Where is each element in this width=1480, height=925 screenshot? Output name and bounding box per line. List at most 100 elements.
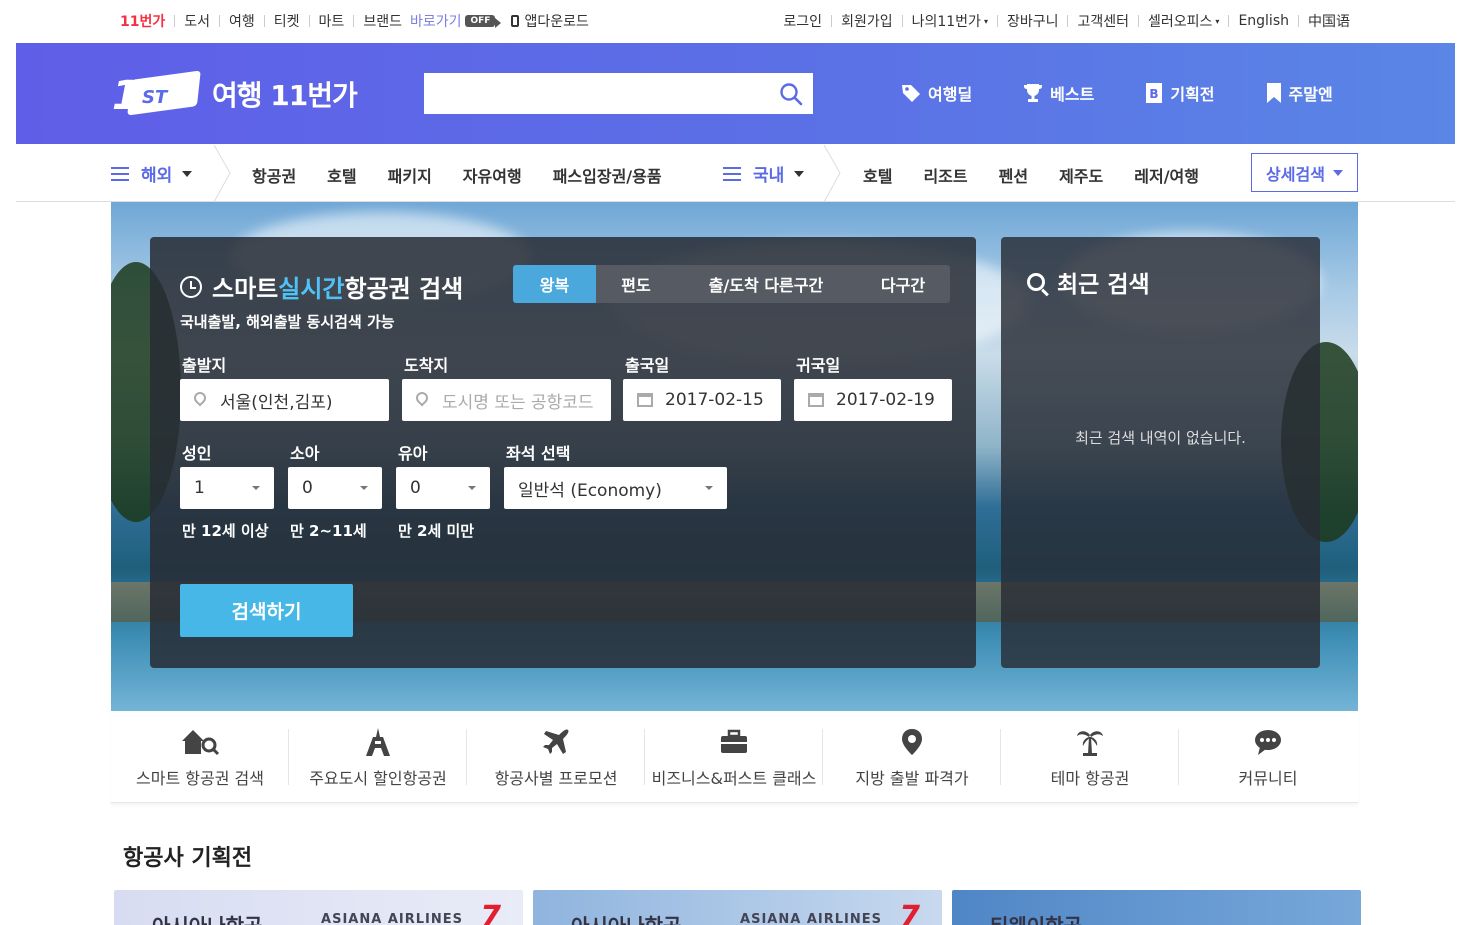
domestic-items: 호텔 리조트 펜션 제주도 레저/여행	[863, 163, 1230, 187]
link-app-download[interactable]: 앱다운로드	[524, 11, 588, 31]
promo-banner[interactable]: 아시아나항공 ASIANA AIRLINES 7	[114, 890, 523, 925]
hero-banner: 스마트 실시간 항공권 검색 국내출발, 해외출발 동시검색 가능 왕복 편도 …	[111, 202, 1358, 711]
quick-regional-departure[interactable]: 지방 출발 파격가	[823, 711, 1001, 803]
tag-icon	[902, 85, 920, 102]
phone-icon	[511, 15, 520, 27]
travel-logo[interactable]: 11 ST 여행 11번가	[112, 70, 358, 119]
quick-label: 주요도시 할인항공권	[309, 769, 447, 788]
tab-open-jaw[interactable]: 출/도착 다른구간	[676, 265, 856, 303]
dropdown-arrow-icon: ▾	[1215, 17, 1220, 26]
divider	[1067, 15, 1069, 27]
overseas-label: 해외	[141, 166, 173, 186]
cat-pension[interactable]: 펜션	[999, 163, 1028, 187]
link-signup[interactable]: 회원가입	[841, 11, 893, 31]
quick-city-discount[interactable]: 주요도시 할인항공권	[289, 711, 467, 803]
quick-theme-flight[interactable]: 테마 항공권	[1001, 711, 1179, 803]
link-my11st[interactable]: 나의11번가 ▾	[912, 11, 988, 31]
recent-search-title: 최근 검색	[1027, 265, 1150, 299]
domestic-menu[interactable]: 국내	[723, 161, 805, 186]
nav-best[interactable]: 베스트	[1022, 81, 1094, 105]
recent-search-panel: 최근 검색 최근 검색 내역이 없습니다.	[1001, 237, 1320, 668]
quick-label: 테마 항공권	[1050, 769, 1130, 788]
tab-round-trip[interactable]: 왕복	[513, 265, 596, 303]
domestic-label: 국내	[753, 166, 785, 186]
hamburger-icon	[723, 166, 741, 181]
recent-empty-message: 최근 검색 내역이 없습니다.	[1075, 429, 1246, 447]
detail-search-label: 상세검색	[1266, 164, 1325, 184]
departure-field[interactable]: 서울(인천,김포)	[180, 379, 389, 421]
title-suffix: 항공권 검색	[344, 275, 464, 303]
overseas-items: 항공권 호텔 패키지 자유여행 패스입장권/용품	[252, 163, 693, 187]
seat-class-select[interactable]: 일반석 (Economy)	[504, 467, 727, 509]
link-mart[interactable]: 마트	[319, 11, 345, 31]
quick-smart-flight-search[interactable]: 스마트 항공권 검색	[111, 711, 289, 803]
logo-text: 여행 11번가	[212, 79, 358, 112]
cat-leisure[interactable]: 레저/여행	[1134, 163, 1199, 187]
infant-value: 0	[410, 478, 421, 498]
adult-label: 성인	[182, 444, 212, 463]
nav-exhibition[interactable]: B 기획전	[1144, 81, 1215, 105]
child-select[interactable]: 0	[288, 467, 382, 509]
cat-jeju[interactable]: 제주도	[1059, 163, 1103, 187]
cat-package[interactable]: 패키지	[388, 163, 432, 187]
hamburger-icon	[111, 166, 129, 181]
return-date-label: 귀국일	[796, 356, 841, 375]
link-ticket[interactable]: 티켓	[274, 11, 300, 31]
nav-label: 여행딜	[928, 85, 973, 104]
cat-free-travel[interactable]: 자유여행	[463, 163, 522, 187]
return-date-field[interactable]: 2017-02-19	[794, 379, 952, 421]
flight-search-panel: 스마트 실시간 항공권 검색 국내출발, 해외출발 동시검색 가능 왕복 편도 …	[150, 237, 976, 668]
link-11st[interactable]: 11번가	[120, 11, 165, 31]
infant-select[interactable]: 0	[396, 467, 490, 509]
chevron-divider-icon	[823, 145, 841, 202]
link-brand[interactable]: 브랜드	[363, 11, 402, 31]
adult-select[interactable]: 1	[180, 467, 274, 509]
quick-airline-promo[interactable]: 항공사별 프로모션	[467, 711, 645, 803]
quick-business-first[interactable]: 비즈니스&퍼스트 클래스	[645, 711, 823, 803]
cat-flight[interactable]: 항공권	[252, 163, 296, 187]
tab-one-way[interactable]: 편도	[596, 265, 676, 303]
link-customer-center[interactable]: 고객센터	[1077, 11, 1129, 31]
link-seller-office[interactable]: 셀러오피스 ▾	[1148, 11, 1219, 31]
promo-banner[interactable]: 티웨이항공	[952, 890, 1361, 925]
link-books[interactable]: 도서	[184, 11, 210, 31]
cat-pass-ticket[interactable]: 패스입장권/용품	[553, 163, 662, 187]
detail-search-button[interactable]: 상세검색	[1251, 153, 1358, 192]
overseas-menu[interactable]: 해외	[111, 161, 193, 186]
divider	[308, 15, 310, 27]
nav-travel-deal[interactable]: 여행딜	[900, 81, 972, 105]
banner-text: 티웨이항공	[990, 910, 1082, 925]
depart-date-field[interactable]: 2017-02-15	[623, 379, 781, 421]
link-login[interactable]: 로그인	[783, 11, 822, 31]
departure-value: 서울(인천,김포)	[220, 392, 333, 413]
quick-community[interactable]: 커뮤니티	[1179, 711, 1357, 803]
calendar-icon	[637, 393, 653, 407]
select-arrow-icon	[360, 486, 368, 490]
link-english[interactable]: English	[1238, 13, 1289, 29]
cat-resort[interactable]: 리조트	[923, 163, 967, 187]
search-submit-button[interactable]: 검색하기	[180, 584, 353, 637]
search-input[interactable]	[424, 73, 764, 114]
cat-dom-hotel[interactable]: 호텔	[863, 163, 892, 187]
divider	[219, 15, 221, 27]
link-chinese[interactable]: 中国语	[1308, 11, 1350, 31]
category-nav: 해외 항공권 호텔 패키지 자유여행 패스입장권/용품 국내 호텔 리조트 펜션…	[16, 145, 1455, 202]
child-label: 소아	[290, 444, 320, 463]
seat-value: 일반석 (Economy)	[518, 480, 662, 501]
tab-multi-city[interactable]: 다구간	[856, 265, 950, 303]
link-cart[interactable]: 장바구니	[1007, 11, 1059, 31]
promo-banner[interactable]: 아시아나항공 ASIANA AIRLINES 7	[533, 890, 942, 925]
link-brand-shortcut[interactable]: 바로가기	[410, 11, 462, 31]
nav-weekend[interactable]: 주말엔	[1265, 81, 1333, 105]
divider	[174, 15, 176, 27]
arrival-field[interactable]: 도시명 또는 공항코드	[402, 379, 611, 421]
infant-age-note: 만 2세 미만	[398, 522, 475, 540]
cat-hotel[interactable]: 호텔	[327, 163, 356, 187]
link-travel[interactable]: 여행	[229, 11, 255, 31]
recent-title-label: 최근 검색	[1057, 272, 1150, 298]
title-prefix: 스마트	[212, 275, 279, 303]
divider	[353, 15, 355, 27]
off-badge[interactable]: OFF	[465, 15, 502, 28]
search-icon[interactable]	[779, 82, 803, 106]
dropdown-arrow-icon: ▾	[983, 17, 988, 26]
